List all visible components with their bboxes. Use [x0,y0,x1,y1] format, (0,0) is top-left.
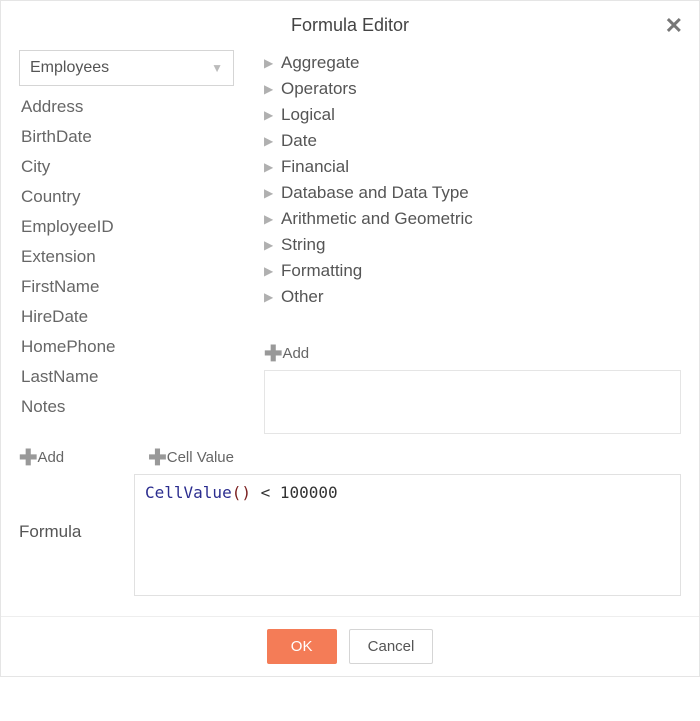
category-label: Arithmetic and Geometric [281,209,473,229]
category-item[interactable]: ▶ Other [264,284,681,310]
chevron-right-icon: ▶ [264,160,276,174]
category-item[interactable]: ▶ Database and Data Type [264,180,681,206]
field-item[interactable]: Address [19,92,234,122]
field-item[interactable]: Extension [19,242,234,272]
plus-icon: ✚ [264,343,282,365]
add-function-label: Add [282,345,309,362]
formula-input[interactable]: CellValue() < 100000 [134,474,681,596]
chevron-right-icon: ▶ [264,290,276,304]
add-field-label: Add [37,449,64,466]
formula-row: Formula CellValue() < 100000 [1,468,699,616]
category-label: Operators [281,79,357,99]
plus-icon: ✚ [19,447,37,469]
category-item[interactable]: ▶ String [264,232,681,258]
category-label: String [281,235,325,255]
field-item[interactable]: HomePhone [19,332,234,362]
category-item[interactable]: ▶ Date [264,128,681,154]
formula-token-fn: CellValue [145,483,232,502]
category-label: Date [281,131,317,151]
category-item[interactable]: ▶ Financial [264,154,681,180]
function-description-box [264,370,681,434]
table-select[interactable]: Employees ▼ [19,50,234,86]
chevron-down-icon: ▼ [211,61,223,75]
dialog-footer: OK Cancel [1,616,699,676]
field-item[interactable]: FirstName [19,272,234,302]
category-label: Other [281,287,324,307]
category-item[interactable]: ▶ Operators [264,76,681,102]
left-buttons-row: ✚ Add ✚ Cell Value [19,438,234,468]
dialog-title: Formula Editor [291,15,409,35]
add-field-button[interactable]: ✚ Add [19,446,64,468]
add-function-button[interactable]: ✚ Add [264,342,681,364]
category-list: ▶ Aggregate ▶ Operators ▶ Logical ▶ Date ▶ Fi… [264,50,681,310]
formula-token-close: ) [241,483,251,502]
chevron-right-icon: ▶ [264,134,276,148]
formula-label: Formula [19,474,114,542]
cell-value-button[interactable]: ✚ Cell Value [148,446,234,468]
ok-button[interactable]: OK [267,629,337,664]
category-item[interactable]: ▶ Logical [264,102,681,128]
field-list[interactable]: Address BirthDate City Country EmployeeI… [19,92,234,438]
category-label: Financial [281,157,349,177]
category-label: Logical [281,105,335,125]
field-item[interactable]: Country [19,182,234,212]
dialog-body: Employees ▼ Address BirthDate City Count… [1,40,699,468]
dialog-titlebar: Formula Editor ✕ [1,1,699,40]
field-item[interactable]: BirthDate [19,122,234,152]
right-column: ▶ Aggregate ▶ Operators ▶ Logical ▶ Date ▶ Fi… [264,50,681,468]
chevron-right-icon: ▶ [264,108,276,122]
field-item[interactable]: HireDate [19,302,234,332]
chevron-right-icon: ▶ [264,186,276,200]
close-icon[interactable]: ✕ [665,15,683,37]
field-item[interactable]: LastName [19,362,234,392]
chevron-right-icon: ▶ [264,82,276,96]
chevron-right-icon: ▶ [264,238,276,252]
table-select-value: Employees [30,59,109,77]
formula-token-open: ( [232,483,242,502]
category-label: Database and Data Type [281,183,469,203]
chevron-right-icon: ▶ [264,56,276,70]
category-item[interactable]: ▶ Arithmetic and Geometric [264,206,681,232]
left-column: Employees ▼ Address BirthDate City Count… [19,50,234,468]
field-item[interactable]: City [19,152,234,182]
formula-editor-dialog: Formula Editor ✕ Employees ▼ Address Bir… [0,0,700,677]
cancel-button[interactable]: Cancel [349,629,434,664]
category-label: Aggregate [281,53,359,73]
plus-icon: ✚ [148,447,166,469]
cell-value-label: Cell Value [167,449,234,466]
category-item[interactable]: ▶ Formatting [264,258,681,284]
formula-token-rest: < 100000 [251,483,338,502]
category-item[interactable]: ▶ Aggregate [264,50,681,76]
field-item[interactable]: Notes [19,392,234,422]
category-label: Formatting [281,261,362,281]
chevron-right-icon: ▶ [264,264,276,278]
chevron-right-icon: ▶ [264,212,276,226]
field-item[interactable]: EmployeeID [19,212,234,242]
